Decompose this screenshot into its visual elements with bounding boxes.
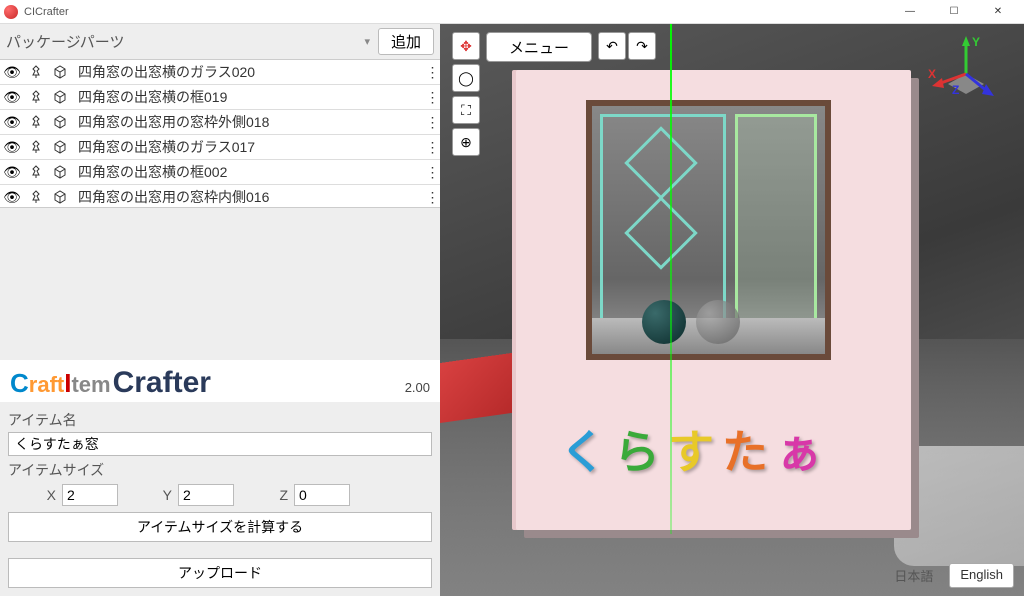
part-label: 四角窓の出窓横の框002 (72, 162, 424, 182)
part-row[interactable]: 👁 四角窓の出窓用の窓枠外側018 ⋮ (0, 110, 440, 135)
viewport-toolbar: ✥ ◯ ⛶ ⊕ メニュー ↶ ↷ (452, 32, 656, 156)
window-title: CICrafter (24, 6, 888, 18)
y-label: Y (124, 487, 172, 503)
close-button[interactable]: ✕ (976, 0, 1020, 24)
item-form: アイテム名 アイテムサイズ X Y Z アイテムサイズを計算する (0, 402, 440, 546)
more-icon[interactable]: ⋮ (424, 145, 440, 149)
visibility-icon[interactable]: 👁 (2, 137, 22, 157)
brand-bar: CraftItemCrafter 2.00 (0, 360, 440, 402)
spacer (0, 208, 440, 360)
axis-gizmo[interactable]: Y X Z (926, 34, 1006, 114)
more-icon[interactable]: ⋮ (424, 120, 440, 124)
rotate-ccw-icon[interactable]: ↶ (598, 32, 626, 60)
version-label: 2.00 (405, 380, 430, 395)
pin-icon[interactable] (26, 187, 46, 207)
part-label: 四角窓の出窓横のガラス017 (72, 137, 424, 157)
cube-icon[interactable] (50, 62, 70, 82)
package-title: パッケージパーツ (6, 31, 364, 52)
item-size-label: アイテムサイズ (8, 460, 432, 480)
pin-icon[interactable] (26, 62, 46, 82)
scale-tool-icon[interactable]: ⛶ (452, 96, 480, 124)
rotate-tool-icon[interactable]: ◯ (452, 64, 480, 92)
part-label: 四角窓の出窓横の框019 (72, 87, 424, 107)
visibility-icon[interactable]: 👁 (2, 112, 22, 132)
part-label: 四角窓の出窓用の窓枠外側018 (72, 112, 424, 132)
part-row[interactable]: 👁 四角窓の出窓横のガラス017 ⋮ (0, 135, 440, 160)
x-label: X (8, 487, 56, 503)
part-row[interactable]: 👁 四角窓の出窓横の框002 ⋮ (0, 160, 440, 185)
svg-text:Y: Y (972, 35, 980, 49)
pin-icon[interactable] (26, 162, 46, 182)
more-icon[interactable]: ⋮ (424, 170, 440, 174)
lang-en-button[interactable]: English (949, 563, 1014, 588)
z-input[interactable] (294, 484, 350, 506)
rotate-cw-icon[interactable]: ↷ (628, 32, 656, 60)
item-name-label: アイテム名 (8, 410, 432, 430)
cube-icon[interactable] (50, 87, 70, 107)
part-label: 四角窓の出窓用の窓枠内側016 (72, 187, 424, 207)
part-row[interactable]: 👁 四角窓の出窓横のガラス020 ⋮ (0, 60, 440, 85)
minimize-button[interactable]: ― (888, 0, 932, 24)
pin-icon[interactable] (26, 137, 46, 157)
y-axis-line (670, 24, 672, 534)
visibility-icon[interactable]: 👁 (2, 162, 22, 182)
viewport[interactable]: くらすたぁ ✥ ◯ ⛶ ⊕ メニュー ↶ ↷ Y X Z (440, 24, 1024, 596)
app-icon (4, 5, 18, 19)
titlebar: CICrafter ― ☐ ✕ (0, 0, 1024, 24)
parts-list[interactable]: 👁 四角窓の出窓横のガラス020 ⋮ 👁 四角窓の出窓横の框019 ⋮ 👁 四角… (0, 60, 440, 208)
x-input[interactable] (62, 484, 118, 506)
more-icon[interactable]: ⋮ (424, 95, 440, 99)
upload-button[interactable]: アップロード (8, 558, 432, 588)
rainbow-text: くらすたぁ (560, 416, 830, 482)
more-icon[interactable]: ⋮ (424, 70, 440, 74)
sphere-glass (696, 300, 740, 344)
menu-button[interactable]: メニュー (486, 32, 592, 62)
part-row[interactable]: 👁 四角窓の出窓横の框019 ⋮ (0, 85, 440, 110)
cube-icon[interactable] (50, 112, 70, 132)
pin-icon[interactable] (26, 112, 46, 132)
move-tool-icon[interactable]: ✥ (452, 32, 480, 60)
visibility-icon[interactable]: 👁 (2, 62, 22, 82)
cube-icon[interactable] (50, 162, 70, 182)
visibility-icon[interactable]: 👁 (2, 187, 22, 207)
pin-icon[interactable] (26, 87, 46, 107)
cube-icon[interactable] (50, 187, 70, 207)
y-input[interactable] (178, 484, 234, 506)
cube-icon[interactable] (50, 137, 70, 157)
language-switch: 日本語 English (884, 563, 1014, 588)
more-icon[interactable]: ⋮ (424, 195, 440, 199)
maximize-button[interactable]: ☐ (932, 0, 976, 24)
visibility-icon[interactable]: 👁 (2, 87, 22, 107)
z-label: Z (240, 487, 288, 503)
add-button[interactable]: 追加 (378, 28, 434, 55)
sphere-dark (642, 300, 686, 344)
left-panel: パッケージパーツ ▾ 追加 👁 四角窓の出窓横のガラス020 ⋮ 👁 四角窓の出… (0, 24, 440, 596)
part-label: 四角窓の出窓横のガラス020 (72, 62, 424, 82)
calculate-size-button[interactable]: アイテムサイズを計算する (8, 512, 432, 542)
part-row[interactable]: 👁 四角窓の出窓用の窓枠内側016 ⋮ (0, 185, 440, 208)
svg-text:Z: Z (952, 83, 959, 97)
svg-text:X: X (928, 67, 936, 81)
item-name-input[interactable] (8, 432, 432, 456)
package-header: パッケージパーツ ▾ 追加 (0, 24, 440, 60)
lang-jp-button[interactable]: 日本語 (884, 563, 943, 588)
target-tool-icon[interactable]: ⊕ (452, 128, 480, 156)
dropdown-icon[interactable]: ▾ (364, 35, 370, 48)
